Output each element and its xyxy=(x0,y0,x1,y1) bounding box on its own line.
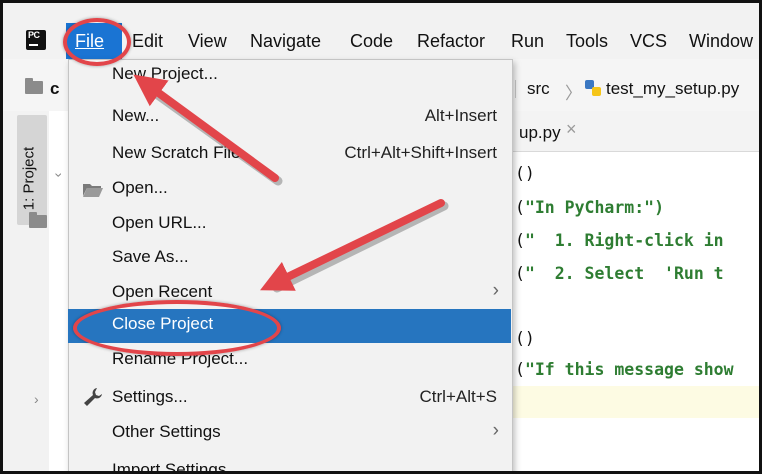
window: PC File Edit View Navigate Code Refactor… xyxy=(0,0,762,474)
annotation-arrow xyxy=(260,199,445,291)
annotation-arrows xyxy=(133,74,449,293)
annotation-arrow xyxy=(133,74,279,182)
